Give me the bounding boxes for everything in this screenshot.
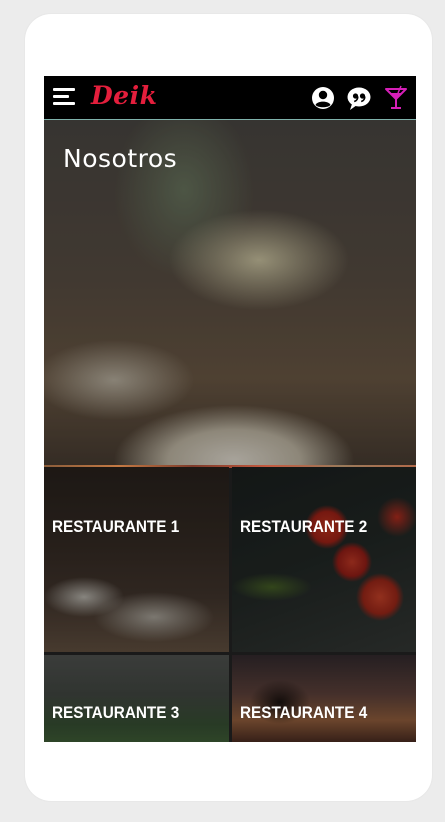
top-bar: Deik: [44, 76, 416, 120]
restaurant-label: RESTAURANTE 4: [240, 703, 368, 722]
restaurant-label: RESTAURANTE 3: [52, 703, 180, 722]
restaurant-tile-1[interactable]: RESTAURANTE 1: [44, 467, 229, 652]
restaurant-tile-2[interactable]: RESTAURANTE 2: [232, 467, 416, 652]
restaurant-label: RESTAURANTE 1: [52, 517, 180, 536]
cocktail-icon[interactable]: [383, 85, 409, 111]
app-screen: Deik Nosotros RESTAURANTE 1 RESTAURANTE …: [44, 76, 416, 742]
quote-icon[interactable]: [346, 85, 372, 111]
hero-banner[interactable]: Nosotros: [44, 120, 416, 465]
hero-title: Nosotros: [63, 144, 178, 173]
app-logo[interactable]: Deik: [91, 81, 157, 110]
restaurant-tile-4[interactable]: RESTAURANTE 4: [232, 655, 416, 742]
menu-icon[interactable]: [53, 88, 75, 106]
restaurant-label: RESTAURANTE 2: [240, 517, 368, 536]
restaurant-tile-3[interactable]: RESTAURANTE 3: [44, 655, 229, 742]
user-icon[interactable]: [310, 85, 336, 111]
